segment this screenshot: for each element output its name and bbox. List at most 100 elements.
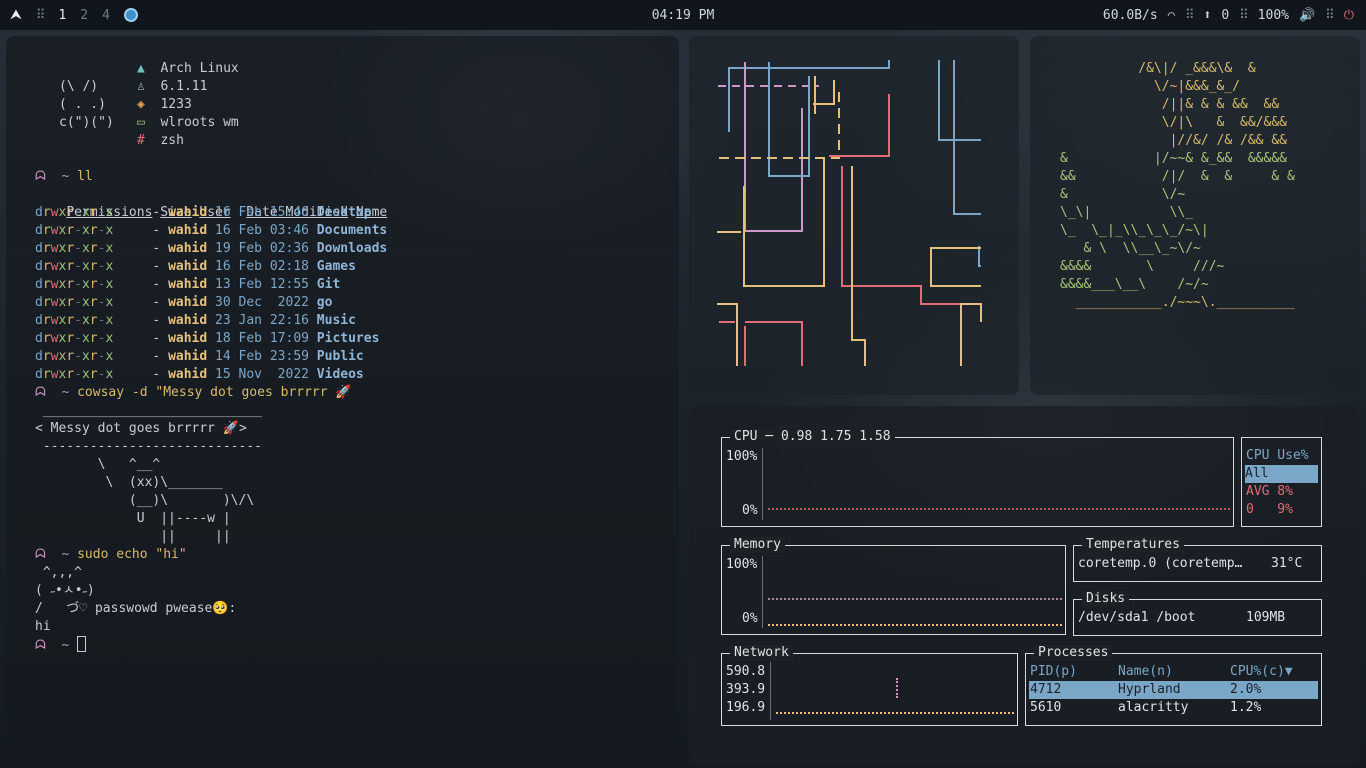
ls-permissions: d — [35, 295, 43, 310]
network-level: 590.8 — [726, 664, 766, 679]
fetch-art-line: c(")(") — [59, 115, 114, 130]
memory-used-graph — [768, 598, 1062, 600]
ascii-art-window[interactable]: /&\|/ _&&&\& & \/~|&&&_&_/ /||& & & && &… — [1030, 36, 1360, 395]
ls-user: wahid — [168, 349, 208, 364]
ls-size: - — [152, 295, 161, 310]
ls-permissions: d — [35, 331, 43, 346]
network-level: 393.9 — [726, 682, 766, 697]
sudo-prompt-line: / づ♡ passwowd pwease🥺: — [35, 601, 237, 616]
ls-name: Public — [316, 349, 364, 364]
ls-user: wahid — [168, 295, 208, 310]
ls-name: Git — [316, 277, 341, 292]
workspace-4[interactable]: 4 — [102, 8, 110, 23]
cpu-avg: AVG 8% — [1246, 484, 1293, 499]
ls-row: drwxr-xr-x - wahid 13 Feb 12:55 Git — [35, 277, 341, 292]
ls-name: Pictures — [316, 331, 380, 346]
ls-date: 16 Feb 15:46 — [215, 205, 309, 220]
ascii-art-line: \/|\ & &&/&&& — [1060, 115, 1287, 130]
process-pid: 4712 — [1030, 682, 1062, 697]
disks-title: Disks — [1082, 591, 1130, 607]
network-graph — [776, 712, 1014, 714]
pipes-window[interactable] — [689, 36, 1019, 395]
ls-size: - — [152, 259, 161, 274]
ls-size: - — [152, 241, 161, 256]
workspace-1[interactable]: 1 — [58, 8, 66, 23]
ghost-prompt-icon: ᗣ — [35, 169, 46, 184]
wifi-icon[interactable]: ◠ — [1168, 8, 1175, 22]
ascii-art-line: \_\| \\_ — [1060, 205, 1194, 220]
ls-name: Music — [316, 313, 356, 328]
memory-free-graph — [768, 624, 1062, 626]
cowsay-line: || || — [35, 529, 231, 544]
process-cpu[interactable]: 1.2% — [1230, 699, 1261, 717]
ascii-art-line: & |/~~& &_&& &&&&& — [1060, 151, 1287, 166]
separator-dots-icon: ⠿ — [1239, 7, 1248, 23]
ascii-art-line: &&&& \ ///~ — [1060, 259, 1225, 274]
ls-permissions: d — [35, 277, 43, 292]
command-string: "Messy dot goes brrrrr 🚀 — [155, 385, 352, 400]
temperatures-box: Temperatures coretemp.0 (coretemp… 31°C — [1073, 537, 1322, 582]
cpu-box: CPU ─ 0.98 1.75 1.58 100% 0% — [721, 429, 1234, 527]
ls-user: wahid — [168, 313, 208, 328]
temperature-sensor: coretemp.0 (coretemp… — [1078, 556, 1243, 571]
memory-title: Memory — [730, 537, 785, 553]
network-level: 196.9 — [726, 700, 766, 715]
fetch-kernel: 6.1.11 — [160, 79, 208, 94]
proc-header-cpu[interactable]: CPU%(c)▼ — [1230, 663, 1293, 681]
command-output: hi — [35, 619, 51, 634]
ls-date: 14 Feb 23:59 — [215, 349, 309, 364]
ascii-art-line: & \/~ — [1060, 187, 1186, 202]
power-icon[interactable]: ⏻ — [1344, 8, 1354, 23]
process-name[interactable]: alacritty — [1118, 699, 1188, 717]
apps-grid-icon[interactable]: ⠿ — [36, 8, 45, 23]
workspace-2[interactable]: 2 — [80, 8, 88, 23]
network-speed: 60.0B/s — [1102, 7, 1158, 23]
separator-dots-icon: ⠿ — [1184, 7, 1194, 23]
ls-name: Documents — [316, 223, 388, 238]
sudo-prompt-line: ^,,,^ — [35, 565, 82, 580]
volume-level[interactable]: 100% — [1258, 8, 1289, 23]
ls-row: drwxr-xr-x - wahid 16 Feb 02:18 Games — [35, 259, 356, 274]
ls-size: - — [152, 277, 161, 292]
proc-header-name[interactable]: Name(n) — [1118, 663, 1173, 681]
terminal-window[interactable]: (\ /) ( . .) c(")(") ▲ Arch Linux ♙ 6.1.… — [6, 36, 679, 766]
updates-count: 0 — [1221, 7, 1230, 23]
pipes-art — [717, 60, 982, 366]
process-pid[interactable]: 5610 — [1030, 699, 1061, 717]
fetch-wm: wlroots wm — [160, 115, 239, 130]
btop-window[interactable]: CPU ─ 0.98 1.75 1.58 100% 0% CPU Use% Al… — [689, 406, 1360, 766]
browser-app-icon[interactable] — [123, 8, 138, 22]
network-title: Network — [730, 645, 793, 661]
prompt-path: ~ — [61, 638, 70, 653]
process-name: Hyprland — [1118, 682, 1181, 697]
ls-row: drwxr-xr-x - wahid 19 Feb 02:36 Download… — [35, 241, 388, 256]
ls-date: 16 Feb 03:46 — [215, 223, 309, 238]
clock[interactable]: 04:19 PM — [652, 8, 715, 23]
ls-name: Games — [316, 259, 356, 274]
monitor-icon: ▭ — [137, 115, 145, 130]
sudo-prompt-line: ( ˶•ㅅ•˶) — [35, 583, 95, 598]
ls-permissions: d — [35, 223, 43, 238]
ls-row: drwxr-xr-x - wahid 30 Dec 2022 go — [35, 295, 333, 310]
prompt-path: ~ — [61, 169, 70, 184]
cpu-graph-min: 0% — [742, 503, 758, 518]
updates-icon[interactable]: ⬆ — [1203, 8, 1211, 23]
top-bar: ⮝ ⠿ 1 2 4 04:19 PM 60.0B/s ◠ ⠿ ⬆ 0 ⠿ 100… — [0, 0, 1366, 30]
ls-row: drwxr-xr-x - wahid 15 Nov 2022 Videos — [35, 367, 364, 382]
ascii-art-line: & \ \\__\_~\/~ — [1060, 241, 1201, 256]
arch-launcher-icon[interactable]: ⮝ — [10, 7, 22, 23]
ascii-art-line: |//&/ /& /&& && — [1060, 133, 1287, 148]
temperatures-title: Temperatures — [1082, 537, 1184, 553]
ls-permissions: d — [35, 205, 43, 220]
cpu-all-row[interactable]: All — [1245, 465, 1318, 483]
ls-permissions: d — [35, 241, 43, 256]
cowsay-line: < Messy dot goes brrrrr 🚀> — [35, 421, 247, 436]
disk-size: 109MB — [1246, 610, 1286, 625]
speaker-icon[interactable]: 🔊 — [1299, 8, 1315, 23]
proc-header-pid[interactable]: PID(p) — [1030, 663, 1077, 681]
cowsay-line: ---------------------------- — [35, 439, 262, 454]
terminal-cursor[interactable] — [77, 636, 87, 652]
memory-graph-min: 0% — [742, 611, 758, 626]
cpu-graph-max: 100% — [726, 449, 758, 464]
fetch-shell: zsh — [160, 133, 184, 148]
